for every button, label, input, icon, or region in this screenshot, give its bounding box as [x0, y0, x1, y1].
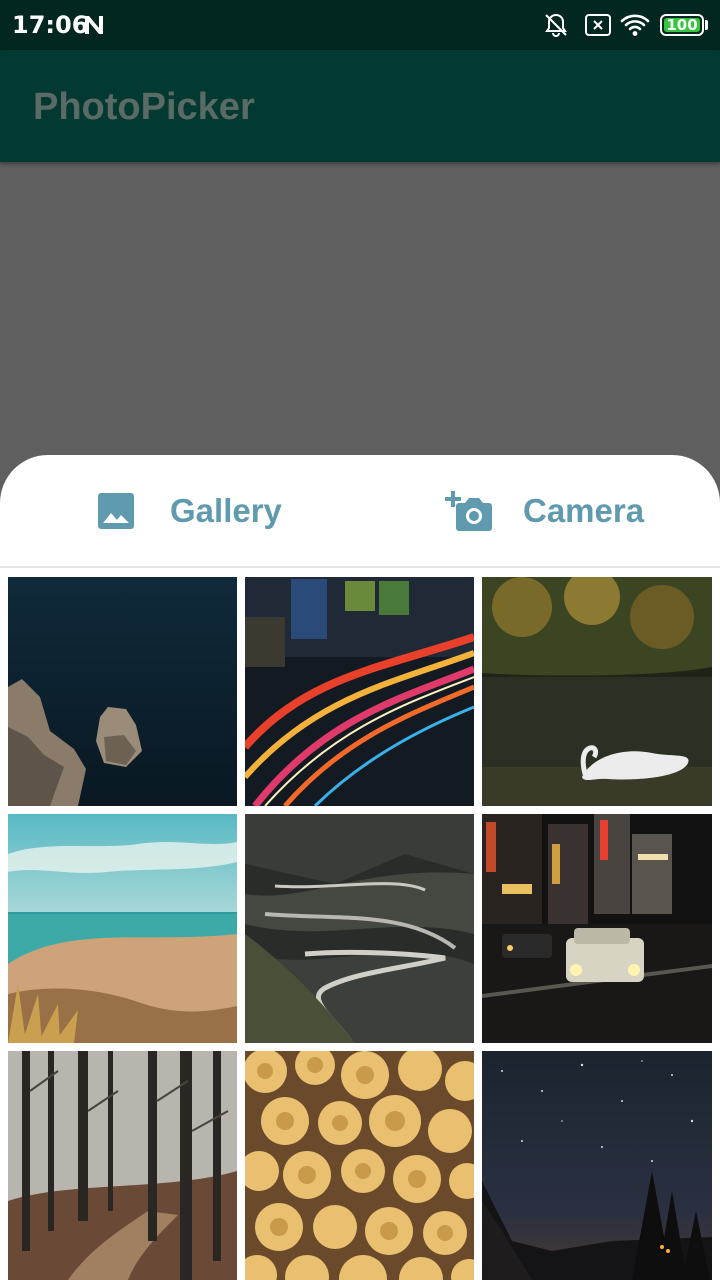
photo-mountain-road[interactable]: [245, 814, 474, 1043]
photo-night-sky[interactable]: [482, 1051, 712, 1280]
photo-swan-lake[interactable]: [482, 577, 712, 806]
app-bar: PhotoPicker: [0, 50, 720, 162]
gallery-button[interactable]: Gallery: [96, 455, 282, 567]
add-a-photo-icon: [445, 491, 492, 531]
photo-grid: [8, 577, 712, 1280]
photo-mountain-road-image: [245, 814, 474, 1043]
gallery-label: Gallery: [170, 492, 282, 529]
photo-picker-sheet: Gallery Camera: [0, 455, 720, 1280]
battery-level: 100: [666, 16, 698, 34]
photo-light-trails-image: [245, 577, 474, 806]
battery-icon: 100: [660, 14, 704, 36]
photo-light-trails[interactable]: [245, 577, 474, 806]
sheet-divider: [0, 566, 720, 568]
sheet-header: Gallery Camera: [0, 455, 720, 567]
photo-swan-lake-image: [482, 577, 712, 806]
photo-foggy-forest[interactable]: [8, 1051, 237, 1280]
sim-none-icon: [585, 14, 611, 36]
battery-tip: [705, 20, 708, 30]
status-time: 17:06: [12, 11, 89, 39]
photo-night-sky-image: [482, 1051, 712, 1280]
photo-foggy-forest-image: [8, 1051, 237, 1280]
photo-sea-rocks[interactable]: [8, 577, 237, 806]
photo-beach[interactable]: [8, 814, 237, 1043]
photo-night-street[interactable]: [482, 814, 712, 1043]
app-title: PhotoPicker: [33, 86, 255, 128]
photo-night-street-image: [482, 814, 712, 1043]
image-icon: [98, 493, 134, 529]
wifi-icon: [620, 14, 650, 36]
bell-muted-icon: [545, 13, 567, 37]
photo-sea-rocks-image: [8, 577, 237, 806]
photo-beach-image: [8, 814, 237, 1043]
camera-label: Camera: [523, 492, 645, 529]
camera-button[interactable]: Camera: [445, 455, 644, 567]
status-bar: 17:06 100: [0, 0, 720, 50]
photo-flowers[interactable]: [245, 1051, 474, 1280]
photo-flowers-image: [245, 1051, 474, 1280]
n-icon: [85, 16, 103, 34]
